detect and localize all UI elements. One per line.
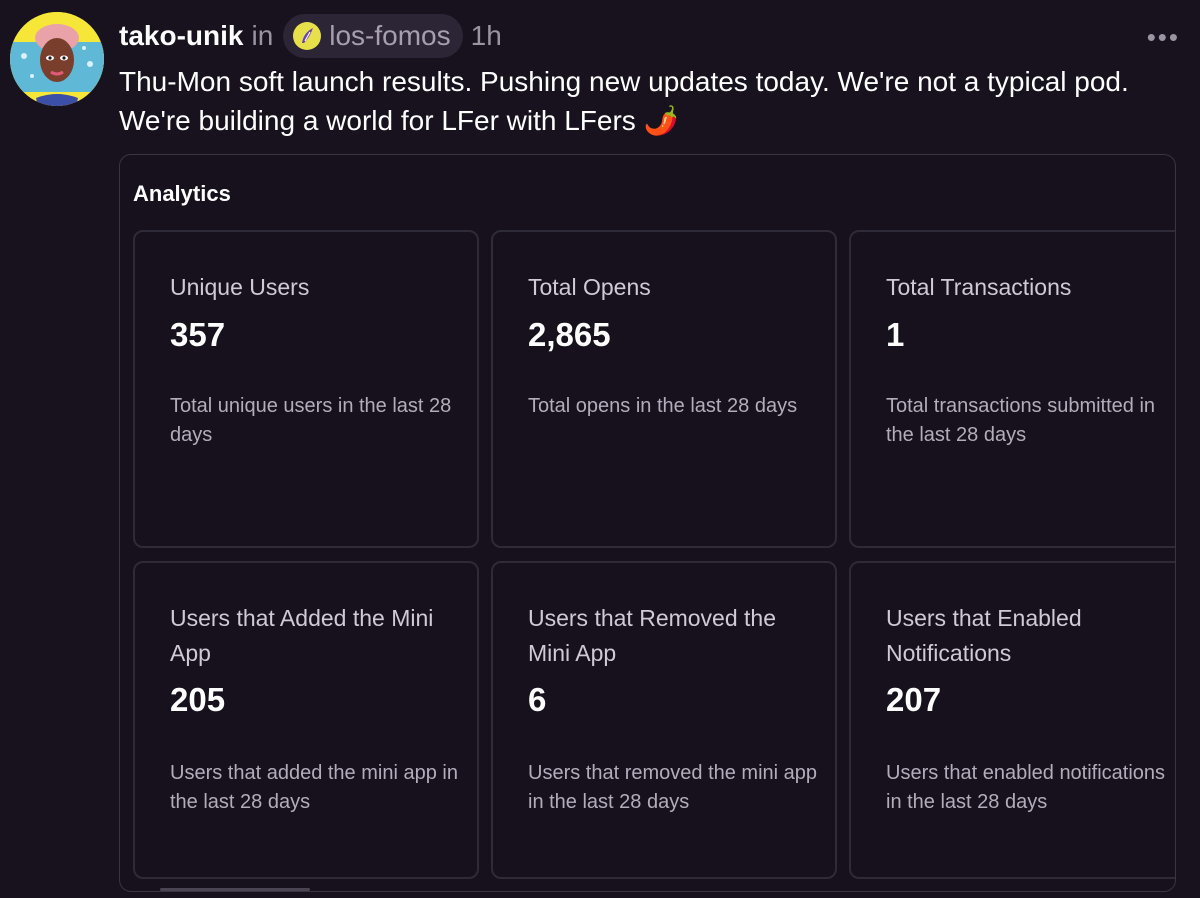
stat-label: Users that Added the Mini App [170,605,434,666]
stat-card-unique-users: Unique Users 357 Total unique users in t… [133,230,479,548]
stat-value: 1 [886,316,905,353]
stat-description: Users that removed the mini app in the l… [528,762,818,813]
cast-post: tako-unik in los-fomos 1h ••• Thu-Mon so… [0,0,1200,898]
stat-value: 207 [886,681,942,718]
stat-description: Total opens in the last 28 days [528,395,798,417]
post-body-text: Thu-Mon soft launch results. Pushing new… [119,66,1129,136]
stat-label: Total Transactions [886,274,1072,300]
stat-value: 2,865 [528,316,611,353]
avatar-portrait-icon [10,12,104,106]
stat-card-total-transactions: Total Transactions 1 Total transactions … [849,230,1175,548]
horizontal-scrollbar[interactable] [160,888,310,891]
stat-value: 6 [528,681,547,718]
los-fomos-channel-icon [293,22,322,50]
stat-label: Users that Removed the Mini App [528,605,777,666]
stat-label: Unique Users [170,274,310,300]
stat-description: Total transactions submitted in the last… [886,395,1156,446]
author-username[interactable]: tako-unik [119,20,243,52]
post-timestamp: 1h [470,20,502,51]
stat-label: Users that Enabled Notifications [886,605,1082,666]
analytics-embed[interactable]: Analytics Unique Users 357 Total unique … [119,154,1176,892]
stat-card-total-opens: Total Opens 2,865 Total opens in the las… [491,230,837,548]
channel-name: los-fomos [329,20,451,51]
stat-description: Users that added the mini app in the las… [170,762,458,813]
stat-description: Users that enabled notifications in the … [886,762,1166,813]
stat-card-notifications-enabled: Users that Enabled Notifications 207 Use… [849,561,1175,879]
stat-value: 205 [170,681,226,718]
stat-card-users-removed: Users that Removed the Mini App 6 Users … [491,561,837,879]
channel-pill[interactable]: los-fomos [283,14,463,58]
embed-title: Analytics [133,181,231,206]
post-header: tako-unik in los-fomos 1h [119,14,502,58]
stat-description: Total unique users in the last 28 days [170,395,452,446]
more-options-icon[interactable]: ••• [1147,22,1180,53]
author-avatar[interactable] [10,12,104,106]
in-label: in [251,20,274,51]
stat-label: Total Opens [528,274,651,300]
stat-value: 357 [170,316,226,353]
stat-card-users-added: Users that Added the Mini App 205 Users … [133,561,479,879]
